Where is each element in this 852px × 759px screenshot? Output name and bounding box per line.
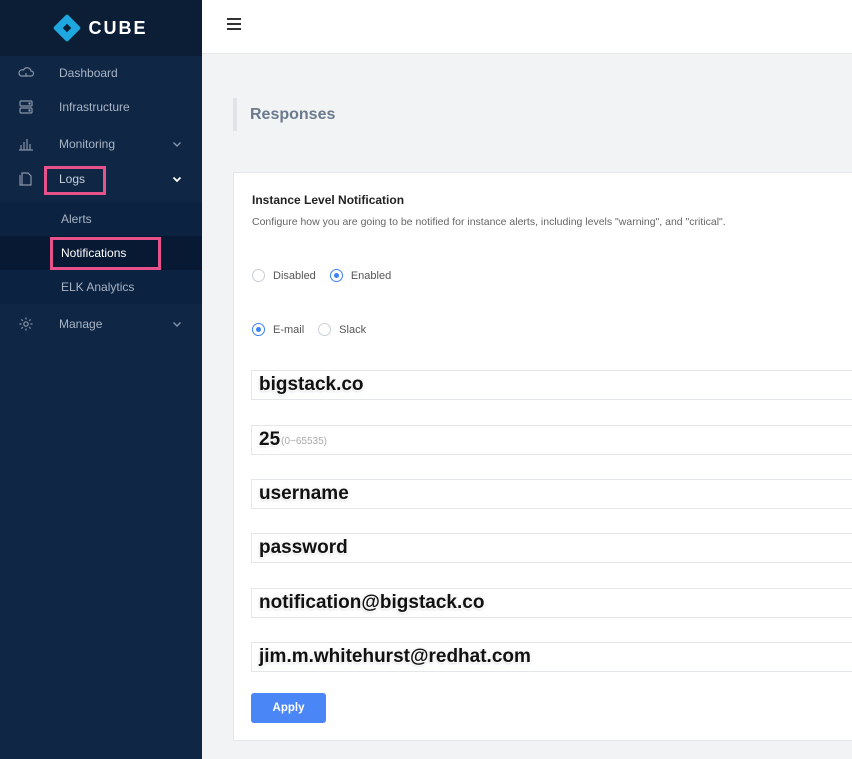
logs-submenu: Alerts Notifications ELK Analytics [0, 202, 202, 304]
field-value: password [259, 537, 348, 558]
radio-label: Disabled [273, 269, 316, 282]
smtp-host-field[interactable]: bigstack.co [251, 370, 852, 400]
topbar [202, 0, 852, 54]
sidebar-item-manage[interactable]: Manage [0, 307, 202, 341]
notification-card: Instance Level Notification Configure ho… [233, 172, 852, 741]
cloud-icon [18, 67, 34, 77]
sidebar-item-label: Notifications [61, 246, 127, 260]
brand[interactable]: CUBE [0, 0, 202, 56]
field-value: bigstack.co [259, 374, 364, 395]
hamburger-icon[interactable] [227, 18, 241, 30]
field-value: jim.m.whitehurst@redhat.com [259, 646, 531, 667]
chevron-down-icon [173, 322, 181, 327]
radio-email[interactable]: E-mail [252, 323, 304, 336]
username-field[interactable]: username [251, 479, 852, 509]
sidebar-item-label: Dashboard [59, 66, 118, 80]
radio-slack[interactable]: Slack [318, 323, 366, 336]
sidebar-item-label: Manage [59, 317, 103, 331]
chevron-down-icon [172, 176, 182, 183]
sidebar-item-label: Infrastructure [59, 100, 130, 114]
password-field[interactable]: password [251, 533, 852, 563]
status-radio-group: Disabled Enabled [252, 269, 405, 282]
sidebar-item-label: ELK Analytics [61, 280, 135, 294]
sidebar-item-elk-analytics[interactable]: ELK Analytics [0, 270, 202, 304]
sidebar-item-alerts[interactable]: Alerts [0, 202, 202, 236]
gear-icon [19, 317, 33, 331]
radio-circle [252, 269, 265, 282]
cube-logo [53, 13, 82, 43]
radio-label: E-mail [273, 323, 305, 336]
app-name: CUBE [88, 17, 148, 38]
sidebar-item-dashboard[interactable]: Dashboard [0, 56, 202, 90]
sidebar-item-label: Alerts [61, 212, 92, 226]
sidebar-item-notifications[interactable]: Notifications [0, 236, 202, 270]
radio-circle [329, 269, 343, 282]
recipient-email-field[interactable]: jim.m.whitehurst@redhat.com [251, 642, 852, 672]
server-icon [19, 100, 33, 114]
sidebar-item-label: Monitoring [59, 137, 116, 151]
bar-chart-icon [19, 139, 33, 151]
channel-radio-group: E-mail Slack [252, 323, 380, 336]
field-value: notification@bigstack.co [259, 592, 485, 613]
sidebar-item-logs[interactable]: Logs [0, 162, 202, 196]
document-icon [19, 172, 32, 186]
card-description: Configure how you are going to be notifi… [252, 216, 726, 228]
page-title: Responses [233, 98, 335, 131]
sidebar-item-label: Logs [59, 172, 86, 186]
radio-enabled[interactable]: Enabled [329, 269, 392, 282]
radio-circle [318, 323, 332, 336]
radio-disabled[interactable]: Disabled [252, 269, 316, 282]
radio-circle [252, 323, 265, 336]
sidebar-item-infrastructure[interactable]: Infrastructure [0, 90, 202, 124]
chevron-down-icon [173, 142, 181, 147]
field-hint: (0~65535) [281, 435, 328, 447]
apply-button[interactable]: Apply [251, 693, 326, 723]
radio-label: Slack [339, 323, 367, 336]
sender-email-field[interactable]: notification@bigstack.co [251, 588, 852, 618]
radio-label: Enabled [350, 269, 392, 282]
card-title: Instance Level Notification [252, 193, 405, 207]
field-value: 25 [259, 429, 281, 450]
field-value: username [259, 483, 349, 504]
sidebar-item-monitoring[interactable]: Monitoring [0, 127, 202, 161]
smtp-port-field[interactable]: 25 (0~65535) [251, 425, 852, 455]
sidebar: CUBE Dashboard Infrastructure Monitoring… [0, 0, 202, 759]
